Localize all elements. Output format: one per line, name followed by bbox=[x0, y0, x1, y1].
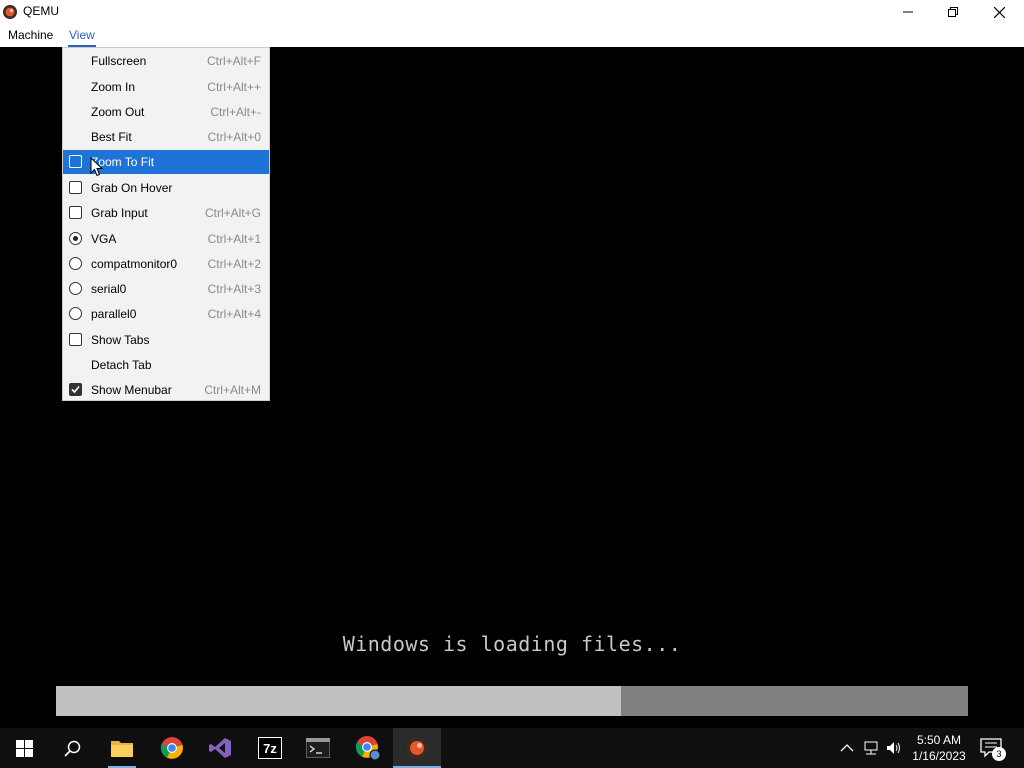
minimize-icon bbox=[903, 11, 913, 13]
taskbar-visual-studio[interactable] bbox=[196, 728, 244, 768]
close-button[interactable] bbox=[976, 0, 1022, 24]
radio-icon bbox=[69, 282, 82, 295]
menu-item-label: VGA bbox=[91, 232, 117, 246]
menu-item-label: Best Fit bbox=[91, 130, 132, 144]
restore-button[interactable] bbox=[930, 0, 976, 24]
menu-item-shortcut: Ctrl+Alt+1 bbox=[207, 232, 261, 246]
restore-icon bbox=[948, 7, 958, 17]
menu-item-shortcut: Ctrl+Alt+3 bbox=[207, 282, 261, 296]
menu-item-label: serial0 bbox=[91, 282, 127, 296]
minimize-button[interactable] bbox=[885, 0, 931, 24]
close-icon bbox=[993, 6, 1005, 18]
menu-bar: Machine View bbox=[0, 24, 1024, 47]
menu-item-serial0[interactable]: serial0 Ctrl+Alt+3 bbox=[63, 277, 269, 301]
window-title: QEMU bbox=[23, 4, 59, 18]
menu-item-detach-tab[interactable]: Detach Tab bbox=[63, 353, 269, 377]
menu-item-compatmonitor0[interactable]: compatmonitor0 Ctrl+Alt+2 bbox=[63, 252, 269, 276]
clock-time: 5:50 AM bbox=[916, 733, 962, 747]
chrome-profile-icon bbox=[355, 736, 381, 761]
checkbox-icon bbox=[69, 155, 82, 168]
menu-item-shortcut: Ctrl+Alt+- bbox=[210, 105, 261, 119]
menu-item-shortcut: Ctrl+Alt+G bbox=[204, 206, 261, 220]
menu-item-best-fit[interactable]: Best Fit Ctrl+Alt+0 bbox=[63, 125, 269, 149]
visual-studio-icon bbox=[209, 738, 231, 758]
volume-icon[interactable] bbox=[886, 740, 902, 756]
title-bar[interactable]: QEMU bbox=[0, 0, 1024, 24]
menu-item-show-tabs[interactable]: Show Tabs bbox=[63, 328, 269, 352]
checkbox-icon bbox=[69, 181, 82, 194]
menu-item-show-menubar[interactable]: Show Menubar Ctrl+Alt+M bbox=[63, 378, 269, 402]
svg-text:7z: 7z bbox=[263, 741, 277, 756]
menu-item-label: Show Tabs bbox=[91, 333, 150, 347]
qemu-icon bbox=[406, 737, 428, 759]
taskbar-chrome[interactable] bbox=[148, 728, 196, 768]
menu-item-shortcut: Ctrl+Alt+4 bbox=[207, 307, 261, 321]
7zip-icon: 7z bbox=[258, 737, 282, 759]
windows-start-icon bbox=[15, 739, 33, 757]
mouse-pointer-icon bbox=[90, 157, 104, 177]
taskbar-7zip[interactable]: 7z bbox=[246, 728, 294, 768]
menu-item-label: Fullscreen bbox=[91, 54, 147, 68]
menu-item-fullscreen[interactable]: Fullscreen Ctrl+Alt+F bbox=[63, 49, 269, 73]
chevron-up-icon[interactable] bbox=[839, 740, 855, 756]
menu-machine[interactable]: Machine bbox=[8, 28, 53, 42]
start-button[interactable] bbox=[0, 728, 48, 768]
taskbar-chrome-profile[interactable] bbox=[344, 728, 392, 768]
loading-message: Windows is loading files... bbox=[342, 632, 682, 656]
menu-item-shortcut: Ctrl+Alt+2 bbox=[207, 257, 261, 271]
menu-item-parallel0[interactable]: parallel0 Ctrl+Alt+4 bbox=[63, 302, 269, 326]
checkbox-icon bbox=[69, 206, 82, 219]
chrome-icon bbox=[160, 737, 183, 759]
taskbar-qemu[interactable] bbox=[393, 728, 441, 768]
menu-item-zoom-out[interactable]: Zoom Out Ctrl+Alt+- bbox=[63, 100, 269, 124]
menu-item-grab-on-hover[interactable]: Grab On Hover bbox=[63, 176, 269, 200]
menu-item-label: Grab Input bbox=[91, 206, 148, 220]
menu-item-label: Zoom Out bbox=[91, 105, 145, 119]
view-menu-dropdown: Fullscreen Ctrl+Alt+F Zoom In Ctrl+Alt++… bbox=[62, 47, 270, 401]
menu-item-shortcut: Ctrl+Alt+M bbox=[204, 383, 261, 397]
network-icon[interactable] bbox=[863, 740, 879, 756]
taskbar-file-explorer[interactable] bbox=[98, 728, 146, 768]
loading-progress-fill bbox=[56, 686, 622, 716]
menu-item-shortcut: Ctrl+Alt+F bbox=[206, 54, 261, 68]
file-explorer-icon bbox=[111, 741, 133, 757]
menu-view[interactable]: View bbox=[68, 28, 96, 47]
terminal-icon bbox=[306, 738, 330, 758]
radio-selected-icon bbox=[69, 232, 82, 245]
menu-item-shortcut: Ctrl+Alt++ bbox=[207, 80, 261, 94]
menu-item-grab-input[interactable]: Grab Input Ctrl+Alt+G bbox=[63, 201, 269, 225]
menu-item-zoom-in[interactable]: Zoom In Ctrl+Alt++ bbox=[63, 75, 269, 99]
notification-count-badge: 3 bbox=[992, 747, 1006, 761]
qemu-icon bbox=[3, 5, 17, 19]
menu-item-label: Zoom In bbox=[91, 80, 136, 94]
radio-icon bbox=[69, 257, 82, 270]
search-icon bbox=[63, 740, 80, 757]
checkbox-icon bbox=[69, 333, 82, 346]
menu-item-label: compatmonitor0 bbox=[91, 257, 178, 271]
taskbar: 7z 5:50 AM 1/16/2023 3 bbox=[0, 728, 1024, 768]
menu-item-label: Show Menubar bbox=[91, 383, 172, 397]
radio-icon bbox=[69, 307, 82, 320]
search-button[interactable] bbox=[48, 728, 96, 768]
menu-item-label: parallel0 bbox=[91, 307, 137, 321]
system-clock[interactable]: 5:50 AM 1/16/2023 bbox=[908, 732, 970, 764]
loading-progress-bar bbox=[56, 686, 968, 716]
menu-item-vga[interactable]: VGA Ctrl+Alt+1 bbox=[63, 227, 269, 251]
menu-item-label: Grab On Hover bbox=[91, 181, 173, 195]
menu-item-label: Detach Tab bbox=[91, 358, 152, 372]
clock-date: 1/16/2023 bbox=[912, 749, 966, 763]
menu-item-shortcut: Ctrl+Alt+0 bbox=[207, 130, 261, 144]
taskbar-terminal[interactable] bbox=[294, 728, 342, 768]
checkbox-checked-icon bbox=[69, 383, 82, 396]
